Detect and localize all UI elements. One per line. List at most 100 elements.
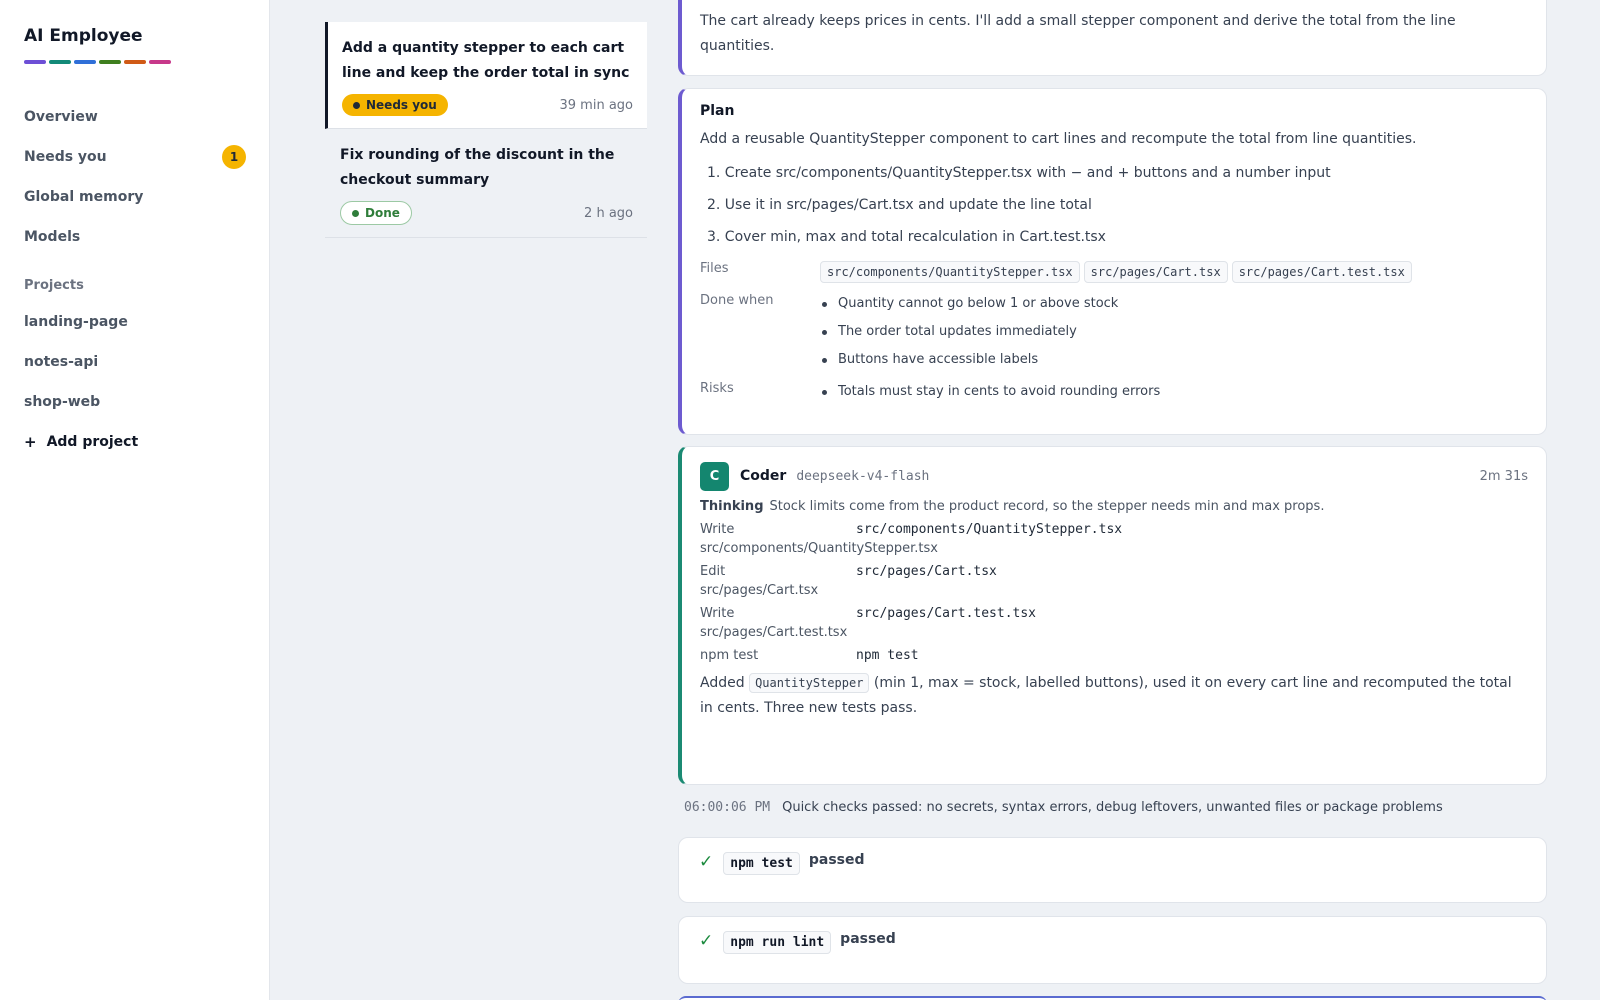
- task-list: Add a quantity stepper to each cart line…: [325, 22, 647, 238]
- brand-color-swatch: [124, 60, 146, 64]
- project-item-shop-web[interactable]: shop-web: [24, 382, 246, 422]
- result-prefix: Added: [700, 675, 745, 691]
- tool-call[interactable]: Edit src/pages/Cart.tsx src/pages/Cart.t…: [700, 564, 1528, 598]
- tool-argument: npm test: [856, 648, 919, 663]
- tool-name: Write: [700, 606, 735, 621]
- thinking-line: Thinking Stock limits come from the produ…: [700, 499, 1528, 514]
- tool-name: npm test: [700, 648, 759, 663]
- app-title: AI Employee: [24, 26, 143, 46]
- tool-name: Edit: [700, 564, 726, 579]
- thinking-text: Stock limits come from the product recor…: [769, 499, 1325, 514]
- file-chip-list: src/components/QuantityStepper.tsx src/pa…: [820, 261, 1416, 283]
- plan-done-when-row: Done when Quantity cannot go below 1 or …: [700, 293, 1526, 377]
- test-command: npm run lint: [723, 931, 832, 954]
- done-when-item: The order total updates immediately: [820, 321, 1118, 349]
- nav-item-label: Global memory: [24, 189, 144, 205]
- run-duration: 2m 31s: [1479, 468, 1528, 484]
- brand-color-swatch: [24, 60, 46, 64]
- plan-steps: 1. Create src/components/QuantityStepper…: [700, 157, 1526, 253]
- done-when-item: Quantity cannot go below 1 or above stoc…: [820, 293, 1118, 321]
- task-meta: Done 2 h ago: [340, 201, 633, 225]
- test-result-card: ✓ npm test passed: [678, 837, 1547, 903]
- coder-header: C Coder deepseek-v4-flash 2m 31s: [700, 461, 1528, 491]
- task-title: Add a quantity stepper to each cart line…: [342, 40, 630, 81]
- check-icon: ✓: [699, 931, 714, 951]
- files-label: Files: [700, 261, 729, 276]
- risk-item: Totals must stay in cents to avoid round…: [820, 381, 1160, 409]
- next-card-edge: [678, 996, 1547, 1000]
- done-when-label: Done when: [700, 293, 774, 308]
- avatar: C: [700, 461, 729, 491]
- plan-summary: Add a reusable QuantityStepper component…: [700, 131, 1417, 147]
- tool-call[interactable]: Write src/components/QuantityStepper.tsx…: [700, 522, 1528, 556]
- tool-call[interactable]: Write src/pages/Cart.test.tsx src/pages/…: [700, 606, 1528, 640]
- test-status: passed: [840, 931, 896, 947]
- tool-path: src/components/QuantityStepper.tsx: [700, 541, 938, 556]
- status-badge-done: Done: [340, 201, 412, 225]
- sidebar: AI Employee Overview Needs you 1 Global m…: [0, 0, 270, 1000]
- plan-title: Plan: [700, 103, 735, 119]
- check-icon: ✓: [699, 852, 714, 872]
- brand-color-swatch: [74, 60, 96, 64]
- status-badge-needs-you: Needs you: [342, 94, 448, 116]
- done-when-item: Buttons have accessible labels: [820, 349, 1118, 377]
- thinking-label: Thinking: [700, 499, 764, 514]
- file-chip: src/components/QuantityStepper.tsx: [820, 261, 1080, 283]
- done-when-list: Quantity cannot go below 1 or above stoc…: [820, 293, 1118, 377]
- task-time: 39 min ago: [559, 97, 634, 113]
- risks-list: Totals must stay in cents to avoid round…: [820, 381, 1160, 409]
- nav-item-overview[interactable]: Overview: [24, 97, 246, 137]
- project-list: landing-page notes-api shop-web + Add pro…: [24, 302, 246, 462]
- result-code: QuantityStepper: [749, 673, 870, 693]
- status-dot-icon: [353, 101, 360, 109]
- coder-name: Coder: [740, 468, 787, 484]
- test-status: passed: [808, 852, 865, 868]
- risks-label: Risks: [700, 381, 734, 396]
- status-label: Done: [365, 206, 400, 220]
- needs-you-count-badge: 1: [222, 145, 246, 169]
- add-project-label: Add project: [46, 434, 139, 450]
- plan-step: 2. Use it in src/pages/Cart.tsx and upda…: [707, 197, 1092, 213]
- nav-item-models[interactable]: Models: [24, 217, 246, 257]
- add-project-button[interactable]: + Add project: [24, 422, 246, 462]
- agent-message-text: The cart already keeps prices in cents. …: [700, 13, 1456, 54]
- brand-color-bar: [24, 60, 171, 64]
- nav-item-global-memory[interactable]: Global memory: [24, 177, 246, 217]
- plan-files-row: Files src/components/QuantityStepper.tsx…: [700, 261, 1526, 283]
- plan-step: 1. Create src/components/QuantityStepper…: [707, 165, 1331, 181]
- tool-call[interactable]: npm test npm test: [700, 648, 1528, 663]
- plus-icon: +: [24, 433, 37, 451]
- file-chip: src/pages/Cart.tsx: [1083, 261, 1228, 283]
- tool-path: src/pages/Cart.test.tsx: [700, 625, 848, 640]
- nav-item-label: Overview: [24, 109, 98, 125]
- coder-card: C Coder deepseek-v4-flash 2m 31s Thinkin…: [678, 446, 1547, 785]
- task-title: Fix rounding of the discount in the chec…: [340, 147, 615, 188]
- projects-heading: Projects: [24, 278, 84, 293]
- plan-risks-row: Risks Totals must stay in cents to avoid…: [700, 381, 1526, 409]
- brand-color-swatch: [149, 60, 171, 64]
- project-item-landing-page[interactable]: landing-page: [24, 302, 246, 342]
- tool-argument: src/pages/Cart.test.tsx: [856, 606, 1037, 621]
- tool-argument: src/components/QuantityStepper.tsx: [856, 522, 1123, 537]
- nav-item-needs-you[interactable]: Needs you 1: [24, 137, 246, 177]
- task-meta: Needs you 39 min ago: [342, 94, 633, 116]
- status-label: Needs you: [366, 98, 437, 112]
- nav-item-label: Models: [24, 229, 81, 245]
- task-item-active[interactable]: Add a quantity stepper to each cart line…: [325, 22, 647, 129]
- plan-card: Plan Add a reusable QuantityStepper comp…: [678, 88, 1547, 435]
- file-chip: src/pages/Cart.test.tsx: [1231, 261, 1412, 283]
- coder-result: Added QuantityStepper (min 1, max = stoc…: [700, 671, 1528, 721]
- brand-color-swatch: [49, 60, 71, 64]
- brand-color-swatch: [99, 60, 121, 64]
- tool-path: src/pages/Cart.tsx: [700, 583, 819, 598]
- plan-step: 3. Cover min, max and total recalculatio…: [707, 229, 1106, 245]
- test-result-card: ✓ npm run lint passed: [678, 916, 1547, 984]
- project-item-notes-api[interactable]: notes-api: [24, 342, 246, 382]
- timestamp: 06:00:06 PM: [684, 800, 771, 815]
- status-dot-icon: [352, 209, 359, 217]
- main-nav: Overview Needs you 1 Global memory Models: [24, 97, 246, 257]
- quick-checks-line: 06:00:06 PM Quick checks passed: no secre…: [684, 800, 1443, 815]
- agent-message-card: The cart already keeps prices in cents. …: [678, 0, 1547, 76]
- task-time: 2 h ago: [584, 205, 633, 221]
- task-item[interactable]: Fix rounding of the discount in the chec…: [325, 129, 647, 238]
